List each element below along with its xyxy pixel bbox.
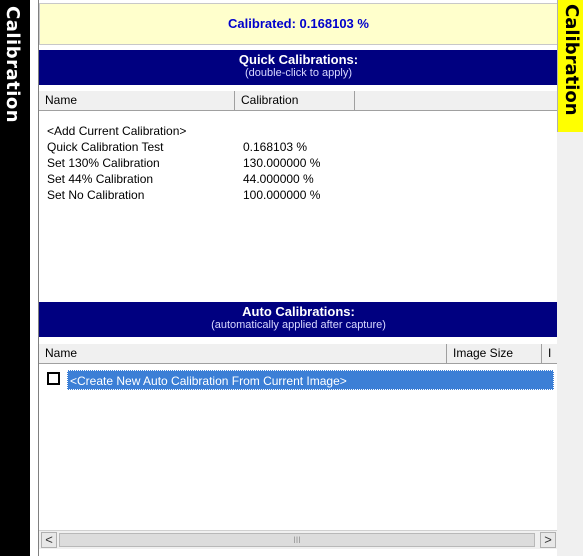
horizontal-scrollbar[interactable]: < III > (39, 530, 558, 549)
column-header-name[interactable]: Name (39, 344, 447, 363)
right-side-tab-strip: Calibration (557, 0, 583, 556)
scroll-right-arrow-icon[interactable]: > (540, 532, 556, 548)
auto-calibration-row[interactable]: <Create New Auto Calibration From Curren… (47, 370, 554, 390)
list-item-name: Set 130% Calibration (47, 156, 160, 170)
list-item-calibration: 44.000000 % (243, 172, 314, 186)
column-header-calibration[interactable]: Calibration (235, 91, 355, 110)
scrollbar-thumb[interactable]: III (59, 533, 535, 547)
column-header-truncated[interactable]: I (542, 344, 558, 363)
list-item-name: Quick Calibration Test (47, 140, 164, 154)
calibration-side-tab-right[interactable]: Calibration (557, 0, 583, 132)
quick-calibrations-column-header: Name Calibration (39, 91, 558, 111)
column-header-name[interactable]: Name (39, 91, 235, 110)
auto-calibrations-title: Auto Calibrations: (242, 304, 355, 319)
quick-calibrations-title: Quick Calibrations: (238, 52, 359, 67)
list-item-name: Set No Calibration (47, 188, 145, 202)
list-item-calibration: 0.168103 % (243, 140, 308, 154)
auto-calibrations-column-header: Name Image Size I (39, 344, 558, 364)
auto-calibrations-header: Auto Calibrations: (automatically applie… (39, 302, 558, 337)
auto-calibrations-subtitle: (automatically applied after capture) (211, 319, 386, 331)
calibration-side-tab-right-label: Calibration (561, 4, 582, 116)
list-item-calibration: 130.000000 % (243, 156, 321, 170)
scroll-left-arrow-icon[interactable]: < (41, 532, 57, 548)
calibration-status: Calibrated: 0.168103 % (39, 3, 558, 45)
auto-calibration-row-label: <Create New Auto Calibration From Curren… (67, 370, 554, 390)
column-header-image-size[interactable]: Image Size (447, 344, 542, 363)
list-item-calibration: 100.000000 % (243, 188, 321, 202)
quick-calibrations-header: Quick Calibrations: (double-click to app… (39, 50, 558, 85)
calibration-side-tab-left-label: Calibration (2, 6, 23, 124)
calibration-side-tab-left[interactable]: Calibration (0, 0, 30, 556)
calibration-panel: Calibrated: 0.168103 % Quick Calibration… (38, 0, 558, 556)
auto-calibration-checkbox[interactable] (47, 372, 60, 385)
column-header-filler (355, 91, 558, 110)
list-item-name: <Add Current Calibration> (47, 124, 187, 138)
quick-calibrations-subtitle: (double-click to apply) (245, 67, 352, 79)
list-item-name: Set 44% Calibration (47, 172, 154, 186)
left-tab-gap (30, 0, 38, 556)
